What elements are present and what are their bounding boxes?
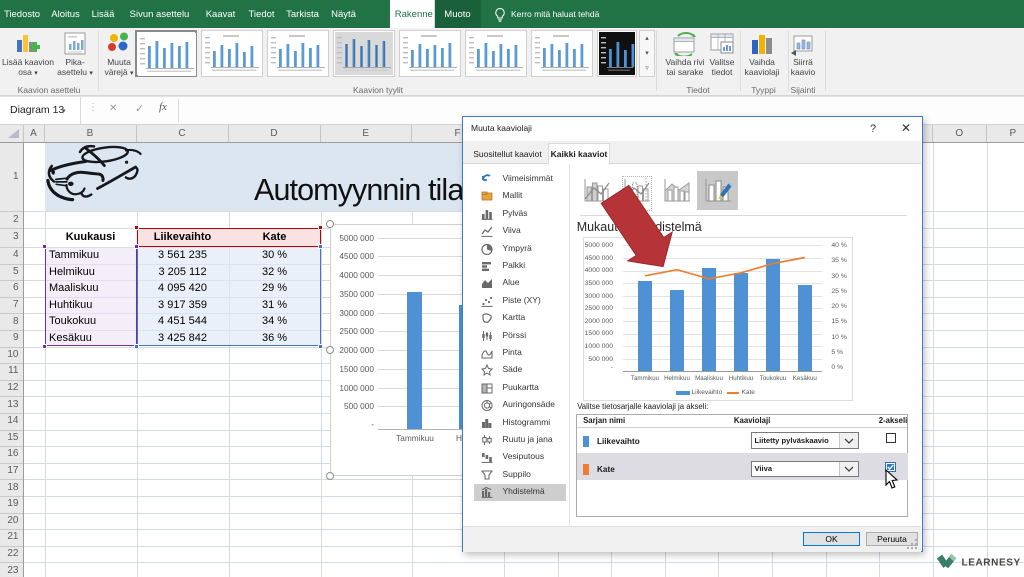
- svg-text:LEARNESY: LEARNESY: [962, 558, 1021, 569]
